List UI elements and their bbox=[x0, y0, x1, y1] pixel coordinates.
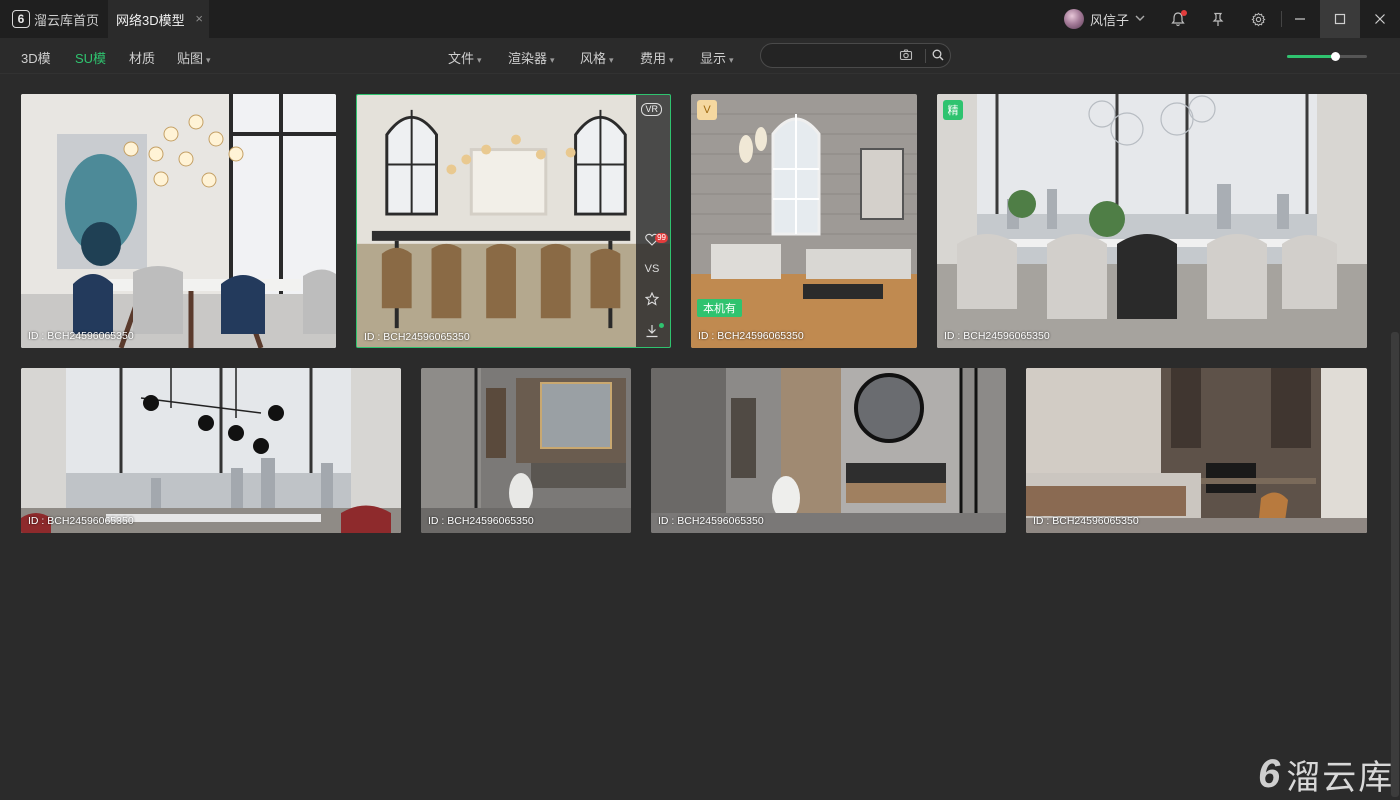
filter-renderer-label: 渲染器 bbox=[508, 51, 548, 66]
model-thumbnail bbox=[357, 95, 670, 347]
model-thumbnail bbox=[21, 94, 336, 348]
zoom-slider[interactable] bbox=[1287, 52, 1367, 61]
model-card[interactable]: ID : BCH24596065350 bbox=[1026, 368, 1367, 533]
user-menu[interactable]: 风信子 bbox=[1064, 8, 1145, 30]
filter-style-label: 风格 bbox=[580, 51, 607, 66]
chevron-down-icon: ▾ bbox=[609, 55, 614, 65]
filter-display-label: 显示 bbox=[700, 51, 727, 66]
filter-file-label: 文件 bbox=[448, 51, 475, 66]
pin-icon[interactable] bbox=[1208, 9, 1228, 29]
model-id: ID : BCH24596065350 bbox=[944, 330, 1050, 342]
filter-display-dropdown[interactable]: 显示 ▾ bbox=[700, 48, 734, 67]
tab-home[interactable]: 6 溜云库首页 bbox=[0, 0, 108, 38]
app-logo-icon: 6 bbox=[12, 10, 30, 28]
category-3d-models[interactable]: 3D模 bbox=[21, 48, 51, 67]
brand-name: 溜云库 bbox=[1286, 758, 1395, 797]
local-available-tag: 本机有 bbox=[697, 299, 742, 317]
brand-watermark: 6 溜云库 bbox=[1258, 751, 1395, 797]
category-textures-dropdown[interactable]: 贴图 ▾ bbox=[177, 48, 211, 67]
category-textures-label: 贴图 bbox=[177, 51, 204, 66]
search-input[interactable] bbox=[771, 47, 891, 64]
filter-cost-label: 费用 bbox=[640, 51, 667, 66]
close-window-button[interactable] bbox=[1360, 0, 1400, 38]
like-count-badge: 99 bbox=[655, 233, 668, 243]
model-id: ID : BCH24596065350 bbox=[364, 331, 470, 343]
search-box bbox=[760, 43, 951, 68]
filter-cost-dropdown[interactable]: 费用 ▾ bbox=[640, 48, 674, 67]
filter-file-dropdown[interactable]: 文件 ▾ bbox=[448, 48, 482, 67]
model-thumbnail bbox=[651, 368, 1006, 533]
chevron-down-icon: ▾ bbox=[477, 55, 482, 65]
tab-home-label: 溜云库首页 bbox=[34, 12, 100, 28]
minimize-button[interactable] bbox=[1280, 0, 1320, 38]
search-divider bbox=[925, 49, 926, 63]
chevron-down-icon bbox=[1135, 13, 1145, 26]
download-status-dot bbox=[659, 323, 664, 328]
compare-vs-button[interactable]: VS bbox=[644, 263, 660, 279]
category-su-models[interactable]: SU模 bbox=[75, 48, 106, 67]
model-id: ID : BCH24596065350 bbox=[28, 330, 134, 342]
search-icon[interactable] bbox=[931, 48, 947, 64]
zoom-slider-fill bbox=[1287, 55, 1335, 58]
model-card[interactable]: ID : BCH24596065350 bbox=[21, 94, 336, 348]
model-id: ID : BCH24596065350 bbox=[28, 515, 134, 527]
gear-icon[interactable] bbox=[1248, 9, 1268, 29]
model-card[interactable]: V 本机有 ID : BCH24596065350 bbox=[691, 94, 917, 348]
model-thumbnail bbox=[421, 368, 631, 533]
tab-close-icon[interactable]: × bbox=[195, 11, 203, 26]
chevron-down-icon: ▾ bbox=[206, 55, 211, 65]
model-card[interactable]: ID : BCH24596065350 bbox=[651, 368, 1006, 533]
download-icon[interactable] bbox=[644, 324, 660, 340]
model-id: ID : BCH24596065350 bbox=[428, 515, 534, 527]
filter-style-dropdown[interactable]: 风格 ▾ bbox=[580, 48, 614, 67]
model-card[interactable]: 精 ID : BCH24596065350 bbox=[937, 94, 1367, 348]
vr-badge[interactable]: VR bbox=[641, 103, 662, 116]
tab-active-label: 网络3D模型 bbox=[116, 12, 185, 28]
model-card-selected[interactable]: VR 99 VS ID : BCH24596065350 bbox=[356, 94, 671, 348]
title-bar: 6 溜云库首页 网络3D模型 × 风信子 bbox=[0, 0, 1400, 38]
user-name: 风信子 bbox=[1090, 12, 1130, 28]
filter-renderer-dropdown[interactable]: 渲染器 ▾ bbox=[508, 48, 555, 67]
scrollbar-thumb[interactable] bbox=[1391, 332, 1399, 797]
model-id: ID : BCH24596065350 bbox=[658, 515, 764, 527]
model-id: ID : BCH24596065350 bbox=[1033, 515, 1139, 527]
model-thumbnail bbox=[937, 94, 1367, 348]
card-action-panel: VR 99 VS bbox=[636, 95, 670, 347]
chevron-down-icon: ▾ bbox=[669, 55, 674, 65]
version-tag: V bbox=[697, 100, 717, 120]
featured-tag: 精 bbox=[943, 100, 963, 120]
zoom-slider-handle[interactable] bbox=[1331, 52, 1340, 61]
camera-search-icon[interactable] bbox=[899, 48, 915, 64]
maximize-button[interactable] bbox=[1320, 0, 1360, 38]
model-id: ID : BCH24596065350 bbox=[698, 330, 804, 342]
notification-dot bbox=[1181, 10, 1187, 16]
model-thumbnail bbox=[21, 368, 401, 533]
tab-network-3d-models[interactable]: 网络3D模型 × bbox=[108, 0, 209, 38]
chevron-down-icon: ▾ bbox=[550, 55, 555, 65]
notification-bell-icon[interactable] bbox=[1168, 9, 1188, 29]
model-card[interactable]: ID : BCH24596065350 bbox=[21, 368, 401, 533]
filter-toolbar: 3D模 SU模 材质 贴图 ▾ 文件 ▾ 渲染器 ▾ 风格 ▾ 费用 ▾ 显示 ▾ bbox=[0, 38, 1400, 74]
model-thumbnail bbox=[1026, 368, 1367, 533]
brand-logo-icon: 6 bbox=[1258, 751, 1283, 796]
star-icon[interactable] bbox=[644, 291, 660, 308]
avatar bbox=[1064, 9, 1084, 29]
chevron-down-icon: ▾ bbox=[729, 55, 734, 65]
category-materials[interactable]: 材质 bbox=[129, 48, 155, 67]
model-card[interactable]: ID : BCH24596065350 bbox=[421, 368, 631, 533]
